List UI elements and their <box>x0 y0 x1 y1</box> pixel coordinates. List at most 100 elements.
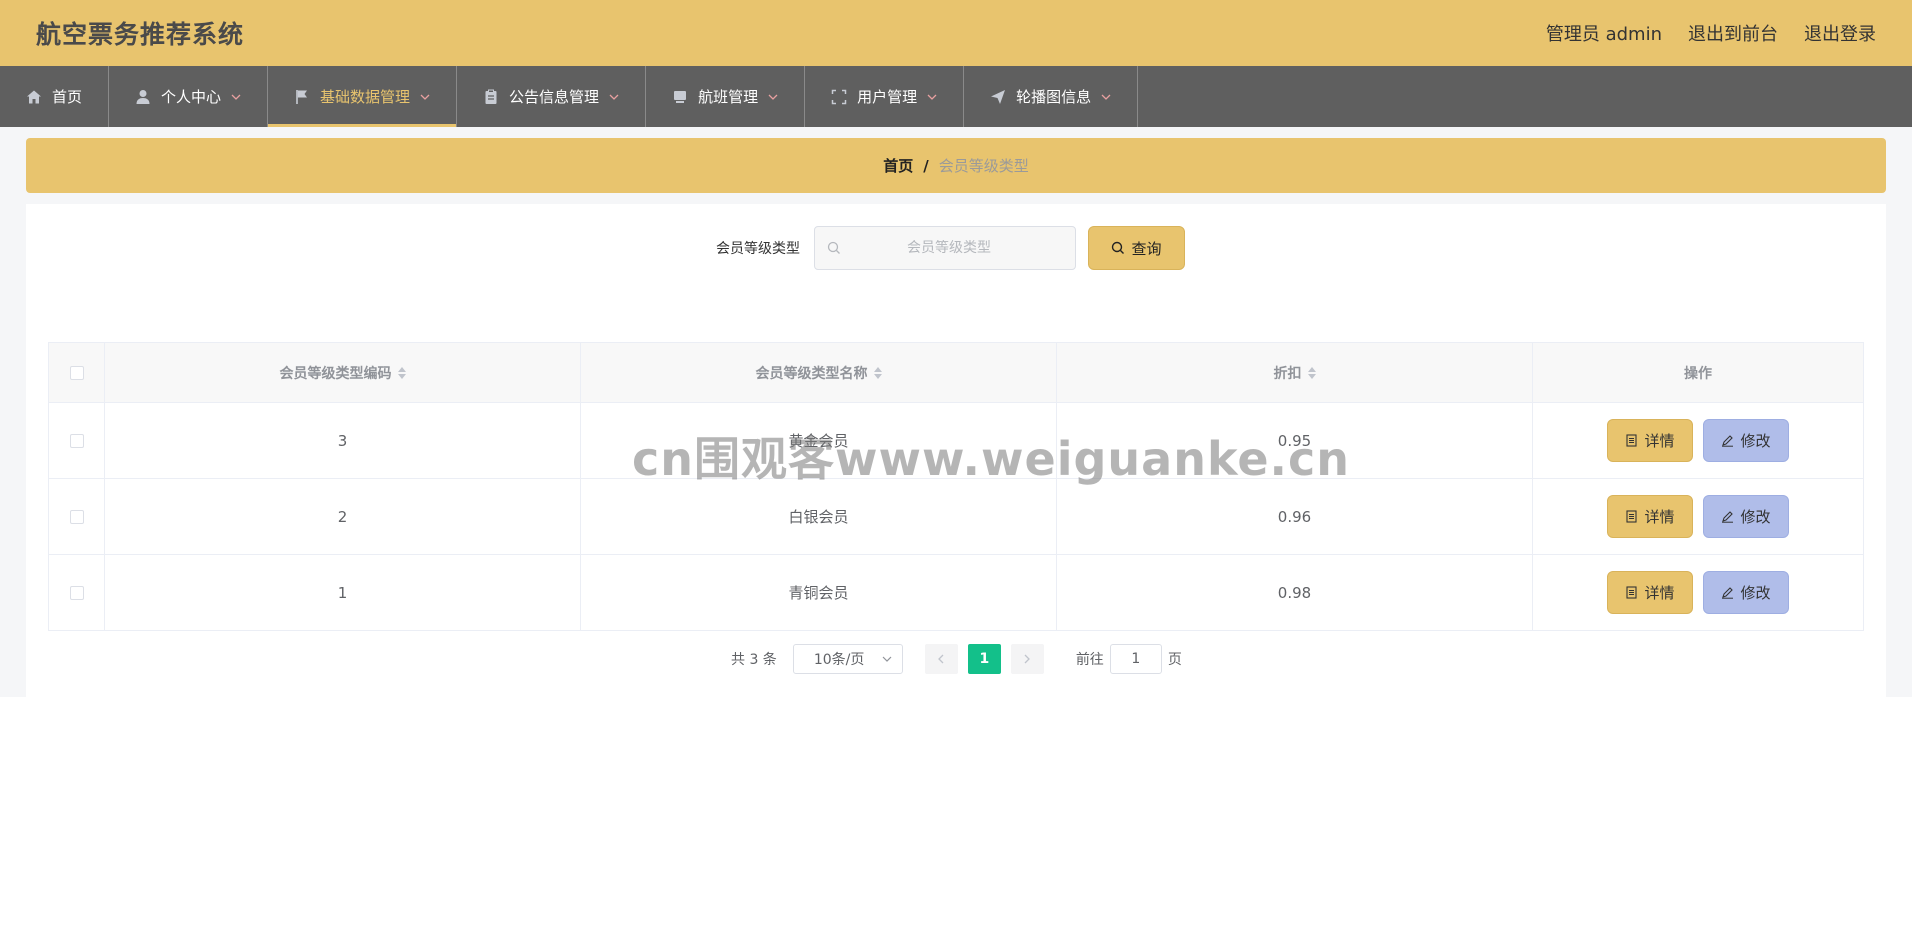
column-header-label: 会员等级类型编码 <box>279 365 392 382</box>
cell-code: 3 <box>105 403 581 478</box>
edit-icon <box>1722 511 1734 523</box>
nav-item-users[interactable]: 用户管理 <box>805 66 965 127</box>
chevron-down-icon <box>927 92 937 102</box>
admin-label: 管理员 admin <box>1545 24 1662 45</box>
content-panel: 会员等级类型 查询 会员等级类型编码 会员等级类型名称 折扣 <box>26 204 1886 697</box>
column-header-label: 折扣 <box>1273 365 1302 382</box>
cell-name: 白银会员 <box>581 479 1057 554</box>
chevron-down-icon <box>231 92 241 102</box>
app-title: 航空票务推荐系统 <box>36 20 245 49</box>
search-icon <box>1112 241 1125 254</box>
row-checkbox[interactable] <box>69 433 84 448</box>
nav-item-label: 首页 <box>52 88 83 106</box>
edit-button[interactable]: 修改 <box>1703 571 1789 614</box>
document-icon <box>1626 586 1638 599</box>
select-all-checkbox[interactable] <box>69 365 84 380</box>
chevron-down-icon <box>420 92 430 102</box>
flag-icon <box>294 89 310 105</box>
detail-button-label: 详情 <box>1644 584 1675 602</box>
row-select-cell <box>49 555 105 630</box>
page-number-active[interactable]: 1 <box>967 644 1001 674</box>
chevron-down-icon <box>882 656 892 662</box>
front-link[interactable]: 退出到前台 <box>1688 20 1778 46</box>
user-icon <box>135 89 151 105</box>
send-icon <box>990 89 1006 105</box>
row-checkbox[interactable] <box>69 585 84 600</box>
sort-icon[interactable] <box>397 366 406 379</box>
cell-discount: 0.95 <box>1057 403 1533 478</box>
edit-button-label: 修改 <box>1740 508 1771 526</box>
breadcrumb-current: 会员等级类型 <box>938 157 1029 175</box>
query-button-label: 查询 <box>1131 239 1162 258</box>
search-icon <box>827 241 840 254</box>
header-actions: 操作 <box>1533 343 1863 402</box>
breadcrumb-home[interactable]: 首页 <box>883 155 913 176</box>
nav-item-label: 轮播图信息 <box>1016 88 1092 106</box>
header-links: 管理员 admin 退出到前台 退出登录 <box>1546 20 1876 46</box>
chevron-down-icon <box>1101 92 1111 102</box>
header-name[interactable]: 会员等级类型名称 <box>581 343 1057 402</box>
cell-code: 2 <box>105 479 581 554</box>
nav-item-personal[interactable]: 个人中心 <box>109 66 269 127</box>
chevron-right-icon <box>1024 654 1031 664</box>
column-header-label: 会员等级类型名称 <box>755 365 868 382</box>
nav-item-label: 个人中心 <box>161 88 222 106</box>
document-icon <box>1626 510 1638 523</box>
cell-actions: 详情 修改 <box>1533 479 1863 554</box>
cell-code: 1 <box>105 555 581 630</box>
main-nav: 首页 个人中心 基础数据管理 公告信息管理 航班管理 用户管理 轮播图信息 <box>0 66 1912 127</box>
column-header-label: 操作 <box>1684 365 1712 382</box>
goto-page-input[interactable] <box>1109 644 1162 674</box>
goto-prefix: 前往 <box>1075 652 1104 668</box>
edit-button[interactable]: 修改 <box>1703 495 1789 538</box>
search-input[interactable] <box>849 240 1049 256</box>
row-select-cell <box>49 403 105 478</box>
prev-page-button[interactable] <box>924 644 958 674</box>
table-row: 2 白银会员 0.96 详情 修改 <box>49 479 1863 555</box>
edit-button[interactable]: 修改 <box>1703 419 1789 462</box>
fullscreen-icon <box>831 89 847 105</box>
query-button[interactable]: 查询 <box>1088 226 1185 270</box>
logout-link[interactable]: 退出登录 <box>1804 20 1876 46</box>
nav-item-label: 公告信息管理 <box>509 88 600 106</box>
nav-item-label: 航班管理 <box>698 88 759 106</box>
edit-icon <box>1722 435 1734 447</box>
nav-item-label: 用户管理 <box>857 88 918 106</box>
cell-name: 黄金会员 <box>581 403 1057 478</box>
page-size-select[interactable]: 10条/页 <box>792 644 903 674</box>
nav-item-label: 基础数据管理 <box>320 88 411 106</box>
edit-icon <box>1722 587 1734 599</box>
pagination-total: 共 3 条 <box>731 652 777 668</box>
cell-discount: 0.96 <box>1057 479 1533 554</box>
cell-actions: 详情 修改 <box>1533 403 1863 478</box>
sort-icon[interactable] <box>1307 366 1316 379</box>
chevron-down-icon <box>609 92 619 102</box>
detail-button[interactable]: 详情 <box>1607 495 1693 538</box>
nav-item-carousel[interactable]: 轮播图信息 <box>964 66 1139 127</box>
detail-button-label: 详情 <box>1644 432 1675 450</box>
breadcrumb-separator: / <box>923 156 929 175</box>
detail-button-label: 详情 <box>1644 508 1675 526</box>
home-icon <box>26 89 42 105</box>
nav-item-base-data[interactable]: 基础数据管理 <box>268 66 458 127</box>
sort-icon[interactable] <box>873 366 882 379</box>
top-header: 航空票务推荐系统 管理员 admin 退出到前台 退出登录 <box>0 0 1912 66</box>
table-row: 3 黄金会员 0.95 详情 修改 <box>49 403 1863 479</box>
document-icon <box>1626 434 1638 447</box>
detail-button[interactable]: 详情 <box>1607 419 1693 462</box>
monitor-icon <box>672 89 688 105</box>
page-goto: 前往 页 <box>1076 644 1182 674</box>
detail-button[interactable]: 详情 <box>1607 571 1693 614</box>
header-code[interactable]: 会员等级类型编码 <box>105 343 581 402</box>
next-page-button[interactable] <box>1010 644 1044 674</box>
cell-actions: 详情 修改 <box>1533 555 1863 630</box>
page-size-value: 10条/页 <box>813 652 865 668</box>
member-level-table: 会员等级类型编码 会员等级类型名称 折扣 操作 3 黄金会员 0.95 详情 修… <box>48 342 1864 631</box>
header-select-cell <box>49 343 105 402</box>
nav-item-flights[interactable]: 航班管理 <box>646 66 806 127</box>
nav-item-notice[interactable]: 公告信息管理 <box>457 66 647 127</box>
row-checkbox[interactable] <box>69 509 84 524</box>
nav-item-home[interactable]: 首页 <box>0 66 110 127</box>
table-header-row: 会员等级类型编码 会员等级类型名称 折扣 操作 <box>49 343 1863 403</box>
header-discount[interactable]: 折扣 <box>1057 343 1533 402</box>
